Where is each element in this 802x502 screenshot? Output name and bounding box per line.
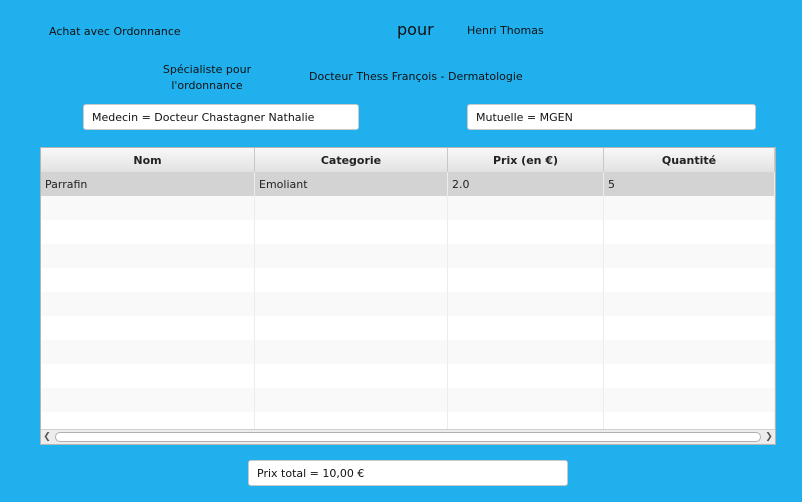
column-header-prix[interactable]: Prix (en €) [448, 148, 604, 172]
horizontal-scrollbar[interactable]: ❮ ❯ [41, 429, 775, 444]
specialist-label: Spécialiste pour l'ordonnance [150, 62, 264, 94]
table-header: Nom Categorie Prix (en €) Quantité [41, 148, 775, 173]
products-table[interactable]: Nom Categorie Prix (en €) Quantité Parra… [40, 147, 776, 445]
scroll-left-icon[interactable]: ❮ [41, 431, 53, 443]
empty-table-row [41, 220, 775, 244]
empty-table-row [41, 340, 775, 364]
scroll-right-icon[interactable]: ❯ [763, 431, 775, 443]
cell-nom: Parrafin [41, 172, 255, 196]
empty-table-row [41, 244, 775, 268]
specialist-label-line2: l'ordonnance [171, 79, 243, 92]
patient-name: Henri Thomas [467, 24, 544, 37]
total-price-field[interactable]: Prix total = 10,00 € [248, 460, 568, 486]
purchase-type-label: Achat avec Ordonnance [49, 25, 181, 38]
empty-table-row [41, 292, 775, 316]
empty-table-row [41, 388, 775, 412]
column-header-quantite[interactable]: Quantité [604, 148, 775, 172]
column-header-nom[interactable]: Nom [41, 148, 255, 172]
scrollbar-thumb[interactable] [55, 432, 761, 442]
specialist-value: Docteur Thess François - Dermatologie [309, 70, 523, 83]
empty-table-row [41, 364, 775, 388]
table-body: Parrafin Emoliant 2.0 5 [41, 172, 775, 436]
cell-quantite: 5 [604, 172, 775, 196]
cell-categorie: Emoliant [255, 172, 448, 196]
specialist-label-line1: Spécialiste pour [162, 63, 252, 76]
empty-table-row [41, 268, 775, 292]
table-row[interactable]: Parrafin Emoliant 2.0 5 [41, 172, 775, 196]
empty-table-row [41, 316, 775, 340]
cell-prix: 2.0 [448, 172, 604, 196]
doctor-field[interactable]: Medecin = Docteur Chastagner Nathalie [83, 104, 359, 130]
column-header-categorie[interactable]: Categorie [255, 148, 448, 172]
for-label: pour [397, 20, 434, 39]
empty-table-row [41, 196, 775, 220]
insurance-field[interactable]: Mutuelle = MGEN [467, 104, 756, 130]
